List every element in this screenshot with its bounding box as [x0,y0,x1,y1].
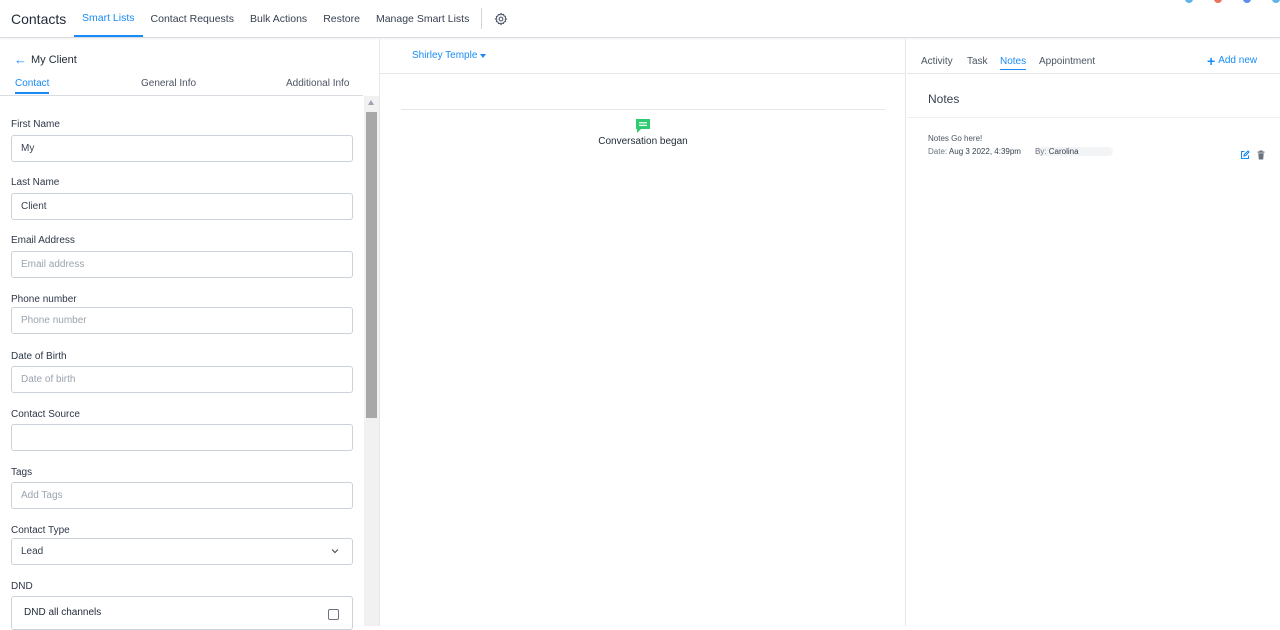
note-date-label: Date: [928,147,948,156]
phone-label: Phone number [11,294,77,305]
contact-selector[interactable]: Shirley Temple [412,50,487,61]
nav-divider [481,8,483,29]
conversation-status-text: Conversation began [598,136,688,147]
arrow-left-icon: ← [14,52,27,67]
dob-field[interactable]: Date of birth [11,366,353,393]
phone-field[interactable]: Phone number [11,307,353,334]
dnd-all-channels-checkbox[interactable] [328,609,339,620]
contact-source-field[interactable] [11,424,353,451]
top-corner-indicators [1185,0,1280,3]
indicator-dot [1272,0,1280,3]
plus-icon: + [1207,52,1216,69]
dnd-options-box: DND all channels [11,596,353,630]
nav-bulk-actions[interactable]: Bulk Actions [242,0,315,37]
indicator-dot [1185,0,1193,3]
chevron-down-icon [330,546,340,559]
indicator-dot [1243,0,1251,3]
contact-type-select[interactable]: Lead [11,538,353,565]
dob-label: Date of Birth [11,351,67,362]
top-navigation-bar: Contacts Smart Lists Contact Requests Bu… [0,0,1280,38]
note-author-label: By: [1034,147,1047,156]
nav-contact-requests[interactable]: Contact Requests [143,0,242,37]
edit-icon[interactable] [1240,147,1250,165]
notes-divider [907,117,1280,118]
note-date: Date: Aug 3 2022, 4:39pm [928,147,1021,156]
app-title: Contacts [11,11,67,27]
conversation-divider [401,109,885,110]
note-author: By: Carolina [1034,147,1113,156]
nav-manage-smart-lists[interactable]: Manage Smart Lists [368,0,477,37]
scrollbar[interactable] [364,96,379,626]
contact-source-label: Contact Source [11,409,80,420]
note-author-value: Carolina [1048,147,1079,156]
nav-restore[interactable]: Restore [315,0,368,37]
contact-tabs: Contact General Info Additional Info [0,76,363,96]
note-actions [1240,147,1266,165]
tags-field[interactable]: Add Tags [11,482,353,509]
tab-contact[interactable]: Contact [15,78,50,94]
trash-icon[interactable] [1256,147,1266,165]
add-new-label: Add new [1218,55,1258,66]
scrollbar-thumb[interactable] [366,112,377,418]
note-date-value: Aug 3 2022, 4:39pm [948,147,1021,156]
tags-label: Tags [11,467,33,478]
dnd-all-channels-label: DND all channels [24,607,102,618]
notes-heading: Notes [928,92,960,106]
activity-panel: Activity Task Notes Appointment + Add ne… [907,38,1280,626]
last-name-field[interactable]: Client [11,193,353,220]
indicator-dot [1214,0,1222,3]
tab-additional-info[interactable]: Additional Info [286,78,349,89]
caret-down-icon [480,53,487,58]
first-name-field[interactable]: My [11,135,353,162]
add-new-button[interactable]: + Add new [1207,52,1258,69]
email-label: Email Address [11,235,75,246]
main-nav: Smart Lists Contact Requests Bulk Action… [74,0,516,37]
tab-general-info[interactable]: General Info [141,78,196,89]
conversation-panel: Shirley Temple Conversation began [380,38,906,626]
gear-icon[interactable] [486,0,516,37]
activity-tabs: Activity Task Notes Appointment + Add ne… [907,38,1280,74]
first-name-label: First Name [11,119,60,130]
tab-appointment[interactable]: Appointment [1039,56,1095,67]
tab-task[interactable]: Task [967,56,988,67]
contact-name: My Client [31,53,77,66]
contact-details-panel: ← My Client Contact General Info Additio… [0,38,380,630]
email-field[interactable]: Email address [11,251,353,278]
selected-contact-name: Shirley Temple [412,50,478,61]
tab-activity[interactable]: Activity [921,56,953,67]
last-name-label: Last Name [11,177,60,188]
note-meta: Date: Aug 3 2022, 4:39pm By: Carolina [928,147,1113,156]
back-button[interactable]: ← My Client [14,53,77,66]
conversation-header: Shirley Temple [380,38,906,74]
nav-smart-lists[interactable]: Smart Lists [74,0,143,37]
note-body: Notes Go here! [928,134,983,143]
contact-type-value: Lead [21,546,44,557]
tab-notes[interactable]: Notes [1000,56,1027,70]
contact-type-label: Contact Type [11,525,70,536]
scroll-up-arrow-icon[interactable] [368,100,374,105]
dnd-label: DND [11,581,33,592]
